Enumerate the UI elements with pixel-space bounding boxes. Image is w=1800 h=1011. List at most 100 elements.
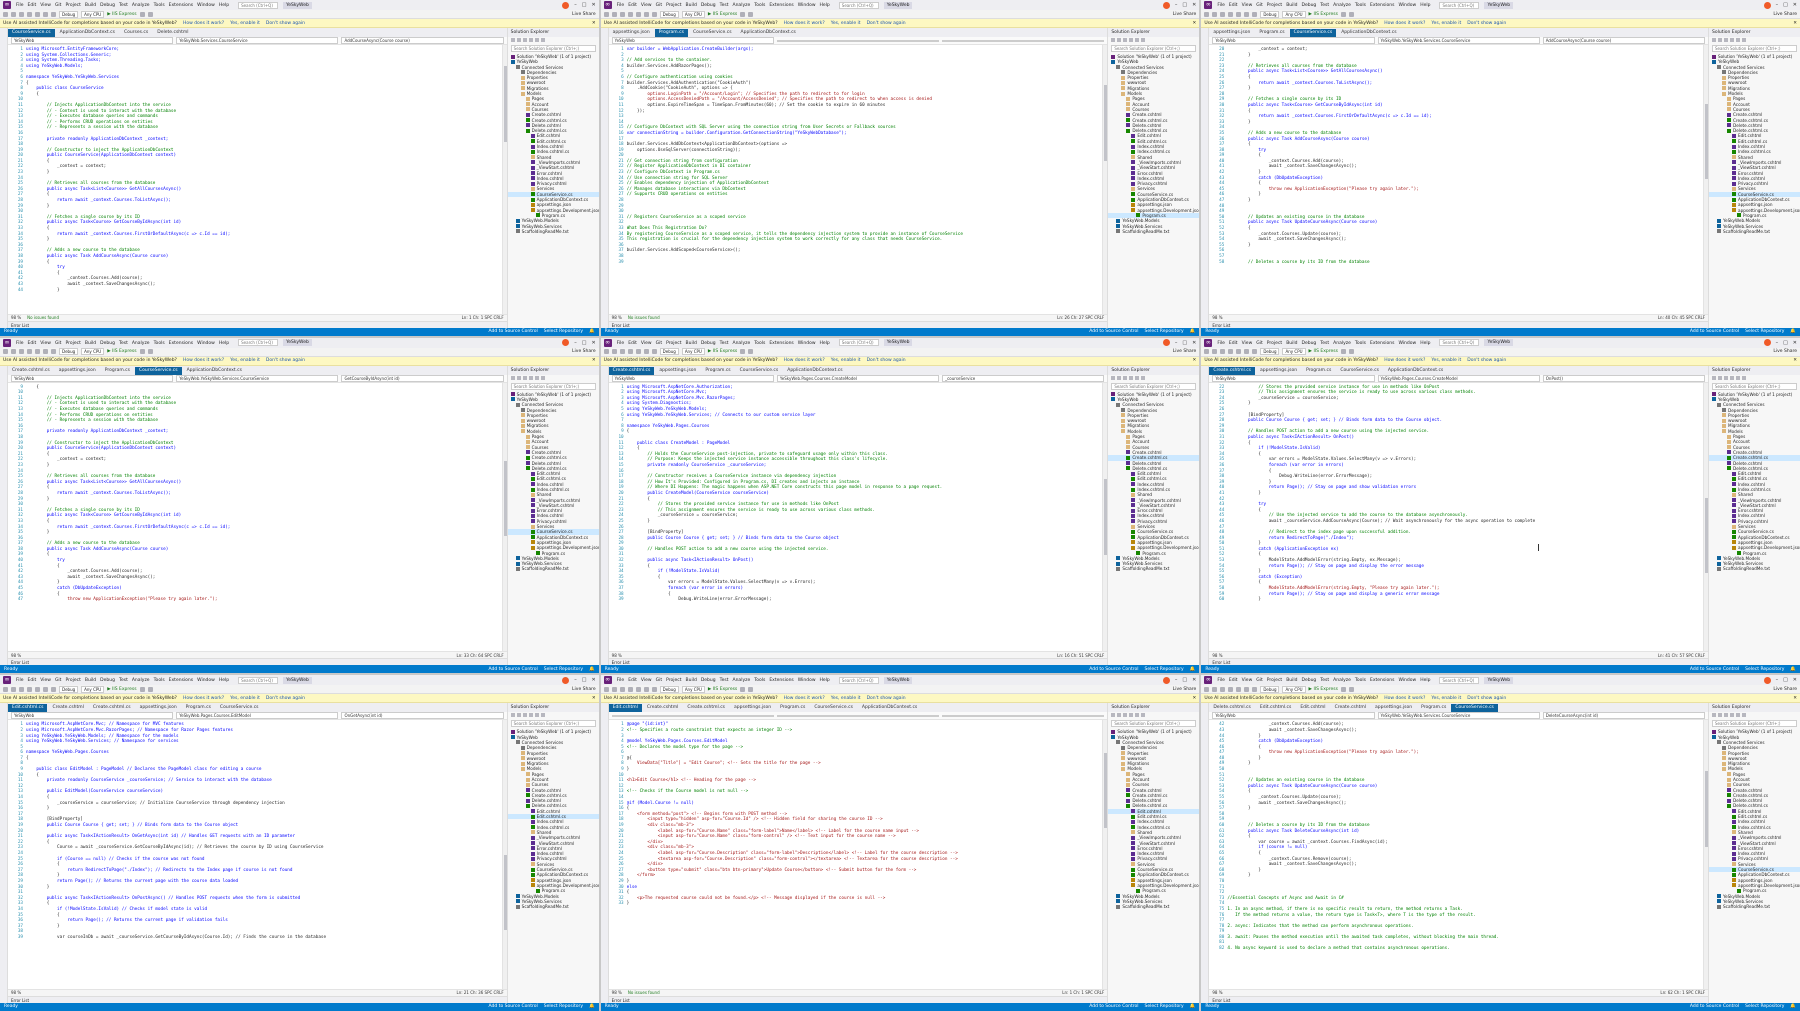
breakpoint-icon[interactable] — [147, 686, 153, 692]
menu-tools[interactable]: Tools — [1355, 678, 1366, 683]
menu-extensions[interactable]: Extensions — [1370, 341, 1394, 346]
how-it-works-link[interactable]: How does it work? — [183, 358, 224, 363]
zoom-level[interactable]: 98 % — [612, 315, 622, 320]
dont-show-link[interactable]: Don't show again — [867, 358, 906, 363]
properties-icon[interactable] — [540, 38, 545, 42]
member-dropdown[interactable]: AddCourseAsync(Course course) — [341, 37, 504, 44]
menu-project[interactable]: Project — [65, 341, 80, 346]
menu-git[interactable]: Git — [1256, 678, 1263, 683]
menu-test[interactable]: Test — [720, 3, 729, 8]
save-icon[interactable] — [627, 686, 633, 692]
search-input[interactable]: Search (Ctrl+Q) — [838, 1, 879, 9]
menu-build[interactable]: Build — [686, 341, 697, 346]
close-icon[interactable]: ✕ — [592, 358, 596, 363]
home-icon[interactable] — [1712, 38, 1716, 42]
menu-project[interactable]: Project — [1267, 341, 1282, 346]
tree-item[interactable]: ScaffoldingReadMe.txt — [1108, 566, 1199, 571]
scroll-thumb[interactable] — [1705, 104, 1708, 180]
breakpoint-icon[interactable] — [147, 11, 153, 17]
error-list-tab[interactable]: Error List — [1209, 320, 1708, 328]
code-area[interactable]: 42 43 44 45 46 47 48 49 50 51 52 53 54 55 56 57 58 59 60 61… — [1209, 720, 1708, 989]
type-dropdown[interactable]: YeSkyWeb.YeSkyWeb.Services.CourseService — [176, 374, 339, 382]
menu-git[interactable]: Git — [656, 341, 663, 346]
minimize-icon[interactable]: – — [1175, 677, 1178, 683]
show-all-files-icon[interactable] — [1135, 38, 1140, 42]
how-it-works-link[interactable]: How does it work? — [183, 696, 224, 701]
dont-show-link[interactable]: Don't show again — [266, 21, 305, 26]
menu-analyze[interactable]: Analyze — [132, 3, 150, 8]
close-icon[interactable]: ✕ — [1793, 340, 1797, 346]
refresh-icon[interactable] — [1724, 713, 1728, 718]
close-icon[interactable]: ✕ — [1193, 21, 1197, 26]
project-dropdown[interactable]: YeSkyWeb — [11, 712, 174, 720]
code-line[interactable]: var courseInDb = await _courseService.Ge… — [26, 935, 502, 941]
document-tab[interactable]: Create.cshtml — [48, 704, 87, 712]
dont-show-link[interactable]: Don't show again — [1467, 358, 1506, 363]
menu-help[interactable]: Help — [1420, 3, 1430, 8]
menu-build[interactable]: Build — [85, 678, 96, 683]
document-tab[interactable]: Edit.cshtml — [608, 704, 642, 713]
document-tab[interactable]: ApplicationDbContext.cs — [1384, 367, 1447, 375]
code-lines[interactable]: // Stores the provided service instance … — [1227, 383, 1703, 652]
add-source-control-button[interactable]: Add to Source Control — [1089, 329, 1138, 334]
document-tab[interactable]: appsettings.json — [609, 29, 654, 37]
attach-icon[interactable] — [1340, 349, 1346, 355]
tree-item[interactable]: ScaffoldingReadMe.txt — [1709, 904, 1800, 909]
breakpoint-icon[interactable] — [1348, 349, 1354, 355]
document-tab[interactable]: Edit.cshtml.cs — [1256, 704, 1295, 712]
document-tab[interactable]: Edit.cshtml.cs — [8, 704, 48, 713]
vertical-scrollbar[interactable] — [501, 720, 507, 989]
menu-test[interactable]: Test — [1320, 341, 1329, 346]
menu-extensions[interactable]: Extensions — [169, 678, 193, 683]
forward-icon[interactable] — [611, 11, 617, 17]
platform-select[interactable]: Any CPU — [681, 10, 705, 18]
collapse-all-icon[interactable] — [1730, 375, 1734, 380]
run-button[interactable]: ▶ IIS Express — [708, 12, 737, 17]
show-all-files-icon[interactable] — [1736, 38, 1740, 42]
menu-edit[interactable]: Edit — [28, 678, 37, 683]
show-all-files-icon[interactable] — [1736, 375, 1740, 380]
type-dropdown[interactable] — [776, 714, 940, 717]
sync-icon[interactable] — [1718, 375, 1722, 380]
configuration-select[interactable]: Debug — [59, 348, 79, 356]
menu-file[interactable]: File — [617, 678, 625, 683]
close-icon[interactable]: ✕ — [591, 677, 595, 683]
sync-icon[interactable] — [516, 38, 521, 42]
live-share-button[interactable]: Live Share — [1173, 12, 1197, 17]
back-icon[interactable] — [1204, 349, 1210, 355]
minimize-icon[interactable]: – — [574, 677, 577, 683]
menu-test[interactable]: Test — [119, 3, 128, 8]
platform-select[interactable]: Any CPU — [681, 348, 705, 356]
minimize-icon[interactable]: – — [1776, 677, 1779, 683]
menu-help[interactable]: Help — [820, 3, 830, 8]
menu-edit[interactable]: Edit — [1229, 678, 1238, 683]
save-icon[interactable] — [627, 11, 633, 17]
collapse-all-icon[interactable] — [528, 38, 533, 42]
run-button[interactable]: ▶ IIS Express — [1309, 687, 1338, 692]
live-share-button[interactable]: Live Share — [1773, 349, 1797, 354]
live-share-button[interactable]: Live Share — [572, 687, 596, 692]
minimize-icon[interactable]: – — [574, 2, 577, 8]
minimize-icon[interactable]: – — [1776, 340, 1779, 346]
redo-icon[interactable] — [51, 11, 56, 17]
attach-icon[interactable] — [1340, 686, 1346, 692]
save-icon[interactable] — [1228, 11, 1234, 17]
menu-git[interactable]: Git — [1256, 3, 1263, 8]
add-source-control-button[interactable]: Add to Source Control — [1089, 1004, 1138, 1009]
add-source-control-button[interactable]: Add to Source Control — [489, 1004, 538, 1009]
collapse-all-icon[interactable] — [528, 375, 533, 380]
code-line[interactable]: } — [1227, 597, 1703, 603]
notifications-icon[interactable]: 🔔 — [1790, 329, 1796, 334]
solution-search-input[interactable]: Search Solution Explorer (Ctrl+;) — [1111, 45, 1197, 52]
scroll-thumb[interactable] — [503, 460, 507, 536]
properties-icon[interactable] — [540, 375, 545, 380]
menu-extensions[interactable]: Extensions — [1370, 678, 1394, 683]
enable-link[interactable]: Yes, enable it — [831, 696, 861, 701]
select-repository-button[interactable]: Select Repository — [1745, 1004, 1784, 1009]
type-dropdown[interactable]: YeSkyWeb.Pages.Courses.CreateModel — [1377, 374, 1540, 382]
document-tab[interactable]: Create.cshtml.cs — [1209, 366, 1256, 375]
run-button[interactable]: ▶ IIS Express — [708, 687, 737, 692]
home-icon[interactable] — [510, 375, 515, 380]
undo-icon[interactable] — [643, 11, 649, 17]
search-input[interactable]: Search (Ctrl+Q) — [1439, 1, 1480, 9]
